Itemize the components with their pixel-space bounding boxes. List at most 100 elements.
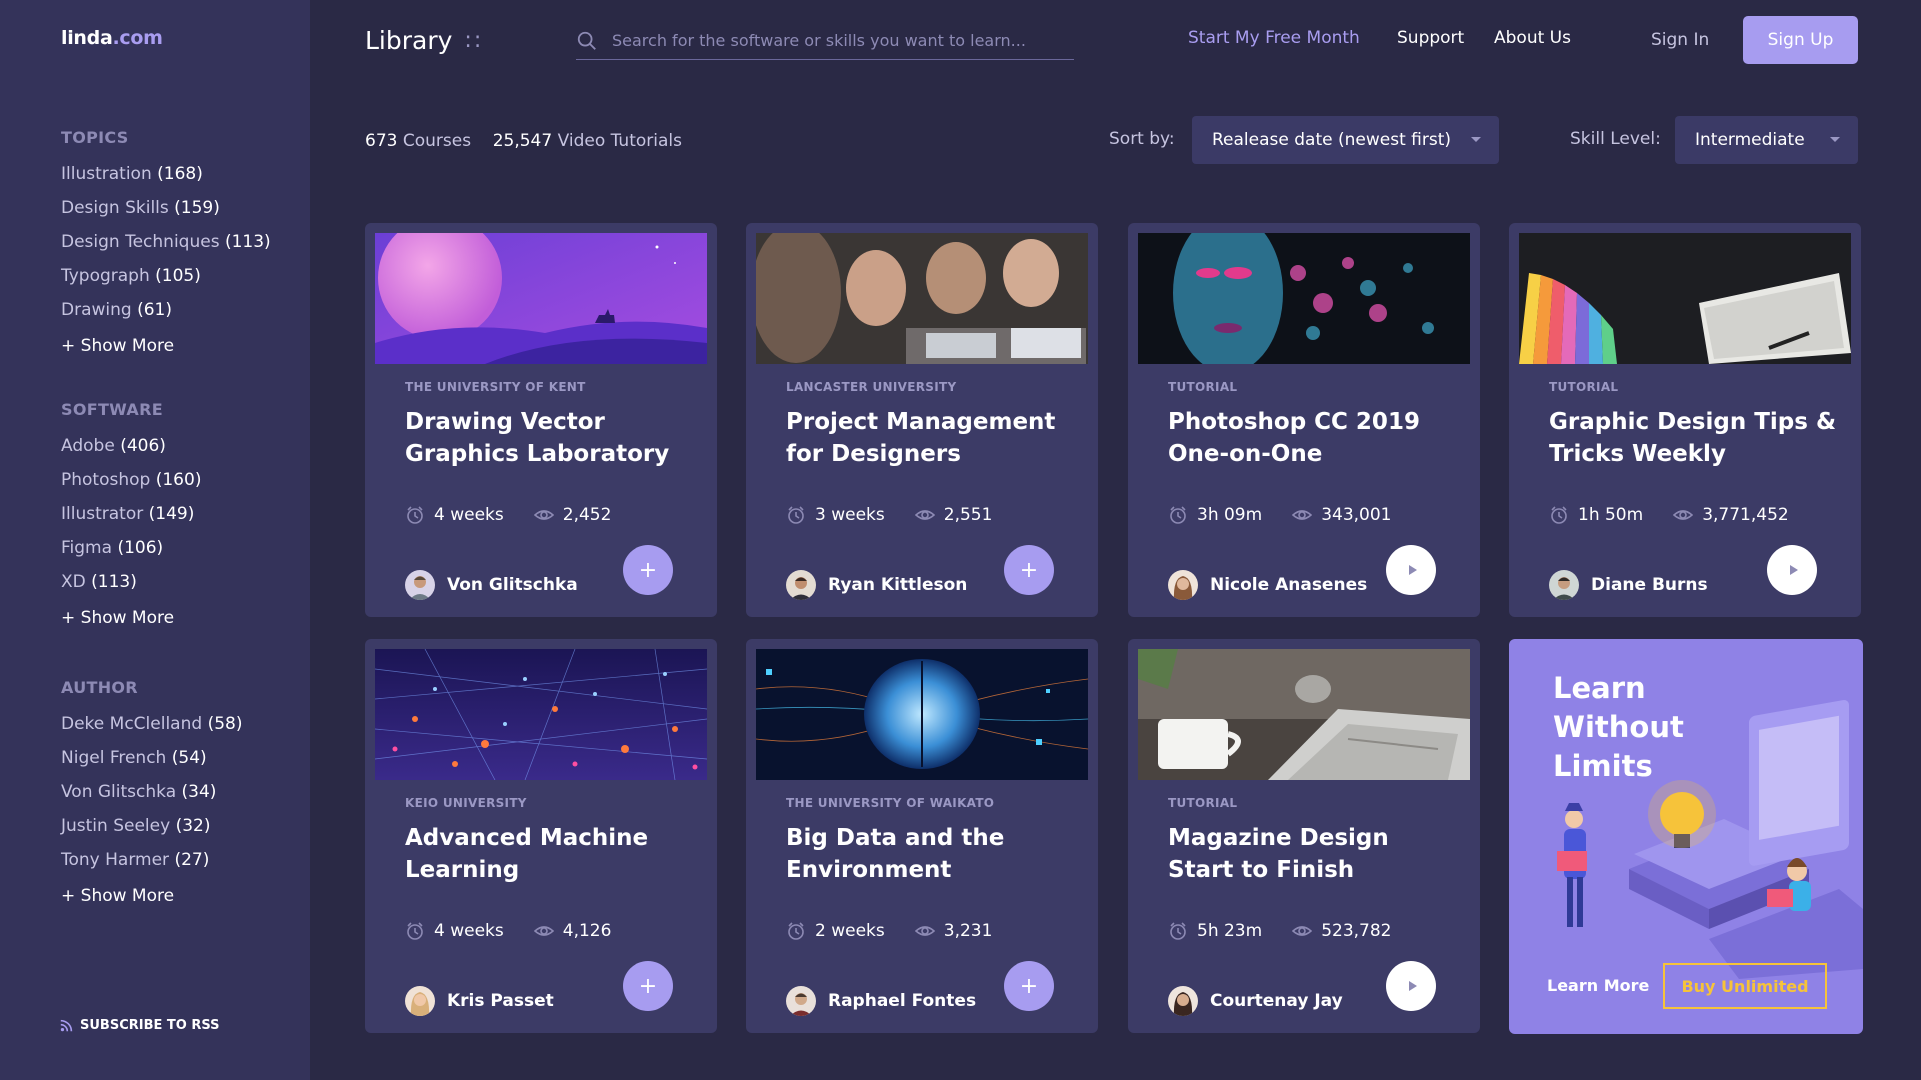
- course-card[interactable]: THE UNIVERSITY OF KENT Drawing Vector Gr…: [365, 223, 717, 617]
- sort-value: Realease date (newest first): [1212, 130, 1451, 150]
- add-course-button[interactable]: +: [623, 545, 673, 595]
- alarm-clock-icon: [407, 922, 423, 940]
- course-provider: TUTORIAL: [1549, 380, 1619, 394]
- course-thumbnail: [375, 649, 707, 780]
- software-item-xd[interactable]: XD (113): [61, 565, 201, 599]
- course-author[interactable]: Courtenay Jay: [1168, 986, 1343, 1016]
- search-bar: [576, 22, 1074, 60]
- sort-select[interactable]: Realease date (newest first): [1192, 116, 1499, 164]
- course-card[interactable]: TUTORIAL Graphic Design Tips & Tricks We…: [1509, 223, 1861, 617]
- course-duration: 5h 23m: [1197, 921, 1263, 941]
- course-title[interactable]: Graphic Design Tips & Tricks Weekly: [1549, 406, 1839, 470]
- software-item-adobe[interactable]: Adobe (406): [61, 429, 201, 463]
- author-item-von-glitschka[interactable]: Von Glitschka (34): [61, 775, 242, 809]
- topic-item-count: (168): [157, 164, 203, 184]
- topics-section: TOPICS Illustration (168) Design Skills …: [61, 128, 271, 365]
- avatar: [1168, 570, 1198, 600]
- eye-icon: [533, 510, 554, 520]
- course-title[interactable]: Advanced Machine Learning: [405, 822, 695, 886]
- course-title[interactable]: Photoshop CC 2019 One-on-One: [1168, 406, 1458, 470]
- course-card[interactable]: THE UNIVERSITY OF WAIKATO Big Data and t…: [746, 639, 1098, 1033]
- search-icon[interactable]: [576, 30, 598, 52]
- course-views: 523,782: [1292, 921, 1392, 941]
- topic-item-design-skills[interactable]: Design Skills (159): [61, 191, 271, 225]
- topics-show-more[interactable]: + Show More: [61, 327, 271, 365]
- course-thumbnail: [375, 233, 707, 364]
- course-thumbnail: [1519, 233, 1851, 364]
- course-author-name: Raphael Fontes: [828, 991, 977, 1011]
- course-meta: 5h 23m 523,782: [1168, 921, 1392, 941]
- alarm-clock-icon: [407, 506, 423, 524]
- course-title[interactable]: Drawing Vector Graphics Laboratory: [405, 406, 695, 470]
- topic-item-illustration[interactable]: Illustration (168): [61, 157, 271, 191]
- course-author-name: Ryan Kittleson: [828, 575, 968, 595]
- play-course-button[interactable]: [1386, 961, 1436, 1011]
- rss-label: SUBSCRIBE TO RSS: [80, 1018, 220, 1033]
- grid-view-icon[interactable]: ::: [464, 28, 483, 53]
- software-heading: SOFTWARE: [61, 400, 163, 419]
- topic-item-drawing[interactable]: Drawing (61): [61, 293, 271, 327]
- software-item-figma[interactable]: Figma (106): [61, 531, 201, 565]
- course-author[interactable]: Diane Burns: [1549, 570, 1708, 600]
- course-author[interactable]: Von Glitschka: [405, 570, 578, 600]
- software-item-illustrator[interactable]: Illustrator (149): [61, 497, 201, 531]
- search-input[interactable]: [612, 31, 1052, 50]
- logo[interactable]: linda.com: [61, 27, 163, 49]
- topic-item-design-techniques[interactable]: Design Techniques (113): [61, 225, 271, 259]
- author-show-more[interactable]: + Show More: [61, 877, 242, 915]
- buy-unlimited-button[interactable]: Buy Unlimited: [1663, 963, 1827, 1009]
- software-item-label: XD: [61, 572, 86, 592]
- courses-count: 673: [365, 131, 398, 151]
- learn-more-link[interactable]: Learn More: [1547, 976, 1649, 995]
- software-item-photoshop[interactable]: Photoshop (160): [61, 463, 201, 497]
- add-course-button[interactable]: +: [1004, 961, 1054, 1011]
- course-provider: THE UNIVERSITY OF WAIKATO: [786, 796, 995, 810]
- skill-level-value: Intermediate: [1695, 130, 1805, 150]
- alarm-clock-icon: [1551, 506, 1567, 524]
- library-counts: 673 Courses 25,547 Video Tutorials: [365, 131, 682, 151]
- course-card[interactable]: TUTORIAL Magazine Design Start to Finish…: [1128, 639, 1480, 1033]
- add-course-button[interactable]: +: [623, 961, 673, 1011]
- author-item-nigel-french[interactable]: Nigel French (54): [61, 741, 242, 775]
- course-title[interactable]: Big Data and the Environment: [786, 822, 1076, 886]
- nav-start-free-month[interactable]: Start My Free Month: [1188, 28, 1360, 48]
- author-item-justin-seeley[interactable]: Justin Seeley (32): [61, 809, 242, 843]
- nav-about-us[interactable]: About Us: [1494, 28, 1571, 48]
- eye-icon: [1673, 510, 1694, 520]
- sign-up-button[interactable]: Sign Up: [1743, 16, 1858, 64]
- nav-support[interactable]: Support: [1397, 28, 1464, 48]
- software-item-count: (106): [117, 538, 164, 558]
- topic-item-typograph[interactable]: Typograph (105): [61, 259, 271, 293]
- course-card[interactable]: LANCASTER UNIVERSITY Project Management …: [746, 223, 1098, 617]
- course-author[interactable]: Raphael Fontes: [786, 986, 976, 1016]
- play-icon: [1408, 981, 1417, 991]
- play-course-button[interactable]: [1386, 545, 1436, 595]
- course-view-count: 2,452: [562, 505, 612, 525]
- play-course-button[interactable]: [1767, 545, 1817, 595]
- author-item-label: Nigel French: [61, 748, 167, 768]
- software-show-more[interactable]: + Show More: [61, 599, 201, 637]
- author-item-tony-harmer[interactable]: Tony Harmer (27): [61, 843, 242, 877]
- course-card[interactable]: KEIO UNIVERSITY Advanced Machine Learnin…: [365, 639, 717, 1033]
- author-item-deke-mcclelland[interactable]: Deke McClelland (58): [61, 707, 242, 741]
- course-title[interactable]: Magazine Design Start to Finish: [1168, 822, 1458, 886]
- course-card[interactable]: TUTORIAL Photoshop CC 2019 One-on-One 3h…: [1128, 223, 1480, 617]
- add-course-button[interactable]: +: [1004, 545, 1054, 595]
- course-meta: 1h 50m 3,771,452: [1549, 505, 1789, 525]
- author-item-count: (34): [181, 782, 217, 802]
- subscribe-rss-link[interactable]: SUBSCRIBE TO RSS: [60, 1018, 220, 1033]
- skill-level-select[interactable]: Intermediate: [1675, 116, 1858, 164]
- alarm-clock-icon: [1170, 922, 1186, 940]
- alarm-clock-icon: [788, 922, 804, 940]
- course-title[interactable]: Project Management for Designers: [786, 406, 1076, 470]
- sign-in-link[interactable]: Sign In: [1651, 30, 1709, 50]
- course-duration: 4 weeks: [434, 921, 504, 941]
- course-views: 343,001: [1292, 505, 1392, 525]
- course-provider: TUTORIAL: [1168, 796, 1238, 810]
- course-author[interactable]: Ryan Kittleson: [786, 570, 967, 600]
- course-view-count: 4,126: [562, 921, 612, 941]
- logo-suffix: .com: [112, 27, 163, 49]
- course-author[interactable]: Kris Passet: [405, 986, 554, 1016]
- author-heading: AUTHOR: [61, 678, 138, 697]
- course-author[interactable]: Nicole Anasenes: [1168, 570, 1367, 600]
